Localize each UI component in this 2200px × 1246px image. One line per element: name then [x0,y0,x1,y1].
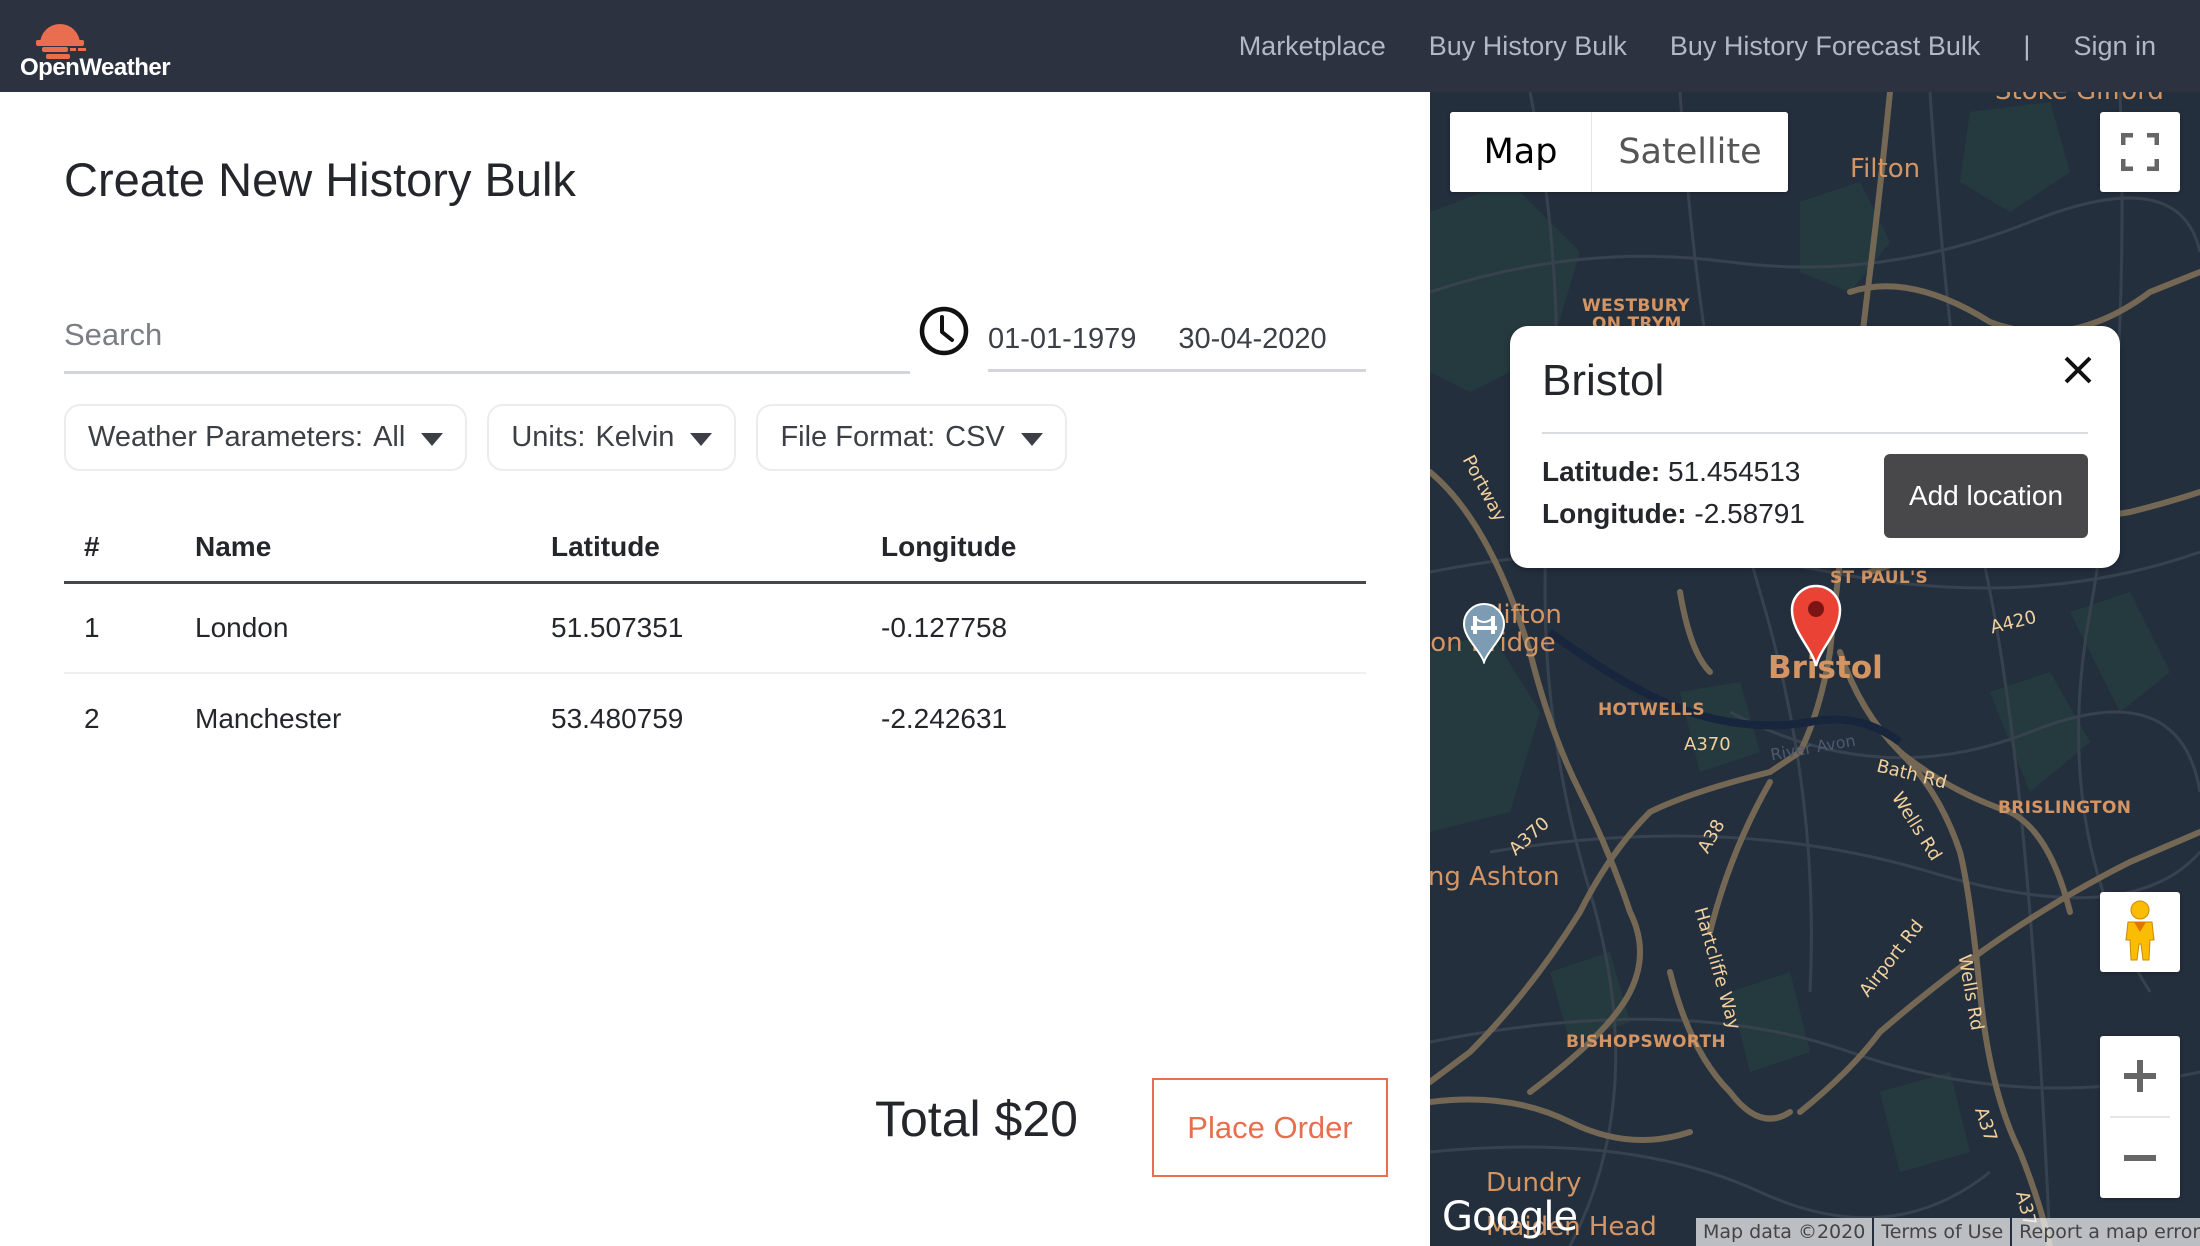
dropdown-value: Kelvin [595,421,675,453]
fullscreen-button[interactable] [2100,112,2180,192]
filter-dropdowns: Weather Parameters: All Units: Kelvin Fi… [64,404,1067,471]
table-row[interactable]: 2 Manchester 53.480759 -2.242631 [64,674,1366,764]
nav-link-buy-history-forecast-bulk[interactable]: Buy History Forecast Bulk [1670,31,1981,62]
nav-separator: | [2023,30,2031,61]
openweather-logo[interactable]: OpenWeather [20,10,190,82]
start-date[interactable]: 01-01-1979 [988,323,1136,356]
cell-name: Manchester [195,703,342,734]
map-label-brislington: BRISLINGTON [1998,798,2132,818]
cell-longitude: -0.127758 [881,612,1008,643]
map-type-satellite-button[interactable]: Satellite [1592,112,1788,192]
map-label-hotwells: HOTWELLS [1598,700,1705,720]
map-label-stoke-gifford: Stoke Gifford [1995,92,2164,106]
nav-link-marketplace[interactable]: Marketplace [1239,31,1386,62]
latitude-value: 51.454513 [1668,456,1801,487]
cell-number: 2 [84,703,100,734]
caret-down-icon [1020,432,1043,446]
map-label-bishopsworth: BISHOPSWORTH [1566,1032,1726,1052]
zoom-control [2100,1036,2180,1198]
street-view-pegman[interactable] [2100,892,2180,972]
top-nav: OpenWeather Marketplace Buy History Bulk… [0,0,2200,92]
location-marker-icon[interactable] [1788,582,1844,668]
popup-divider [1542,432,2088,434]
zoom-in-button[interactable] [2100,1036,2180,1116]
dropdown-label: Units: [511,421,586,453]
location-info-popup: Bristol Latitude: 51.454513 Longitude: -… [1510,326,2120,568]
dropdown-label: Weather Parameters: [88,421,364,453]
popup-title: Bristol [1542,356,1665,405]
bridge-poi-icon[interactable] [1462,602,1506,664]
cell-longitude: -2.242631 [881,703,1008,734]
dropdown-value: CSV [945,421,1005,453]
close-icon[interactable] [2058,350,2098,390]
end-date[interactable]: 30-04-2020 [1178,323,1326,356]
cell-latitude: 53.480759 [551,703,684,734]
nav-links: Marketplace Buy History Bulk Buy History… [1239,0,2156,92]
popup-latitude: Latitude: 51.454513 [1542,456,1800,488]
logo-text: OpenWeather [20,54,171,81]
map-label-westbury: WESTBURY [1582,296,1690,316]
search-field [64,304,910,374]
latitude-label: Latitude: [1542,456,1661,487]
report-map-error-link[interactable]: Report a map error [2010,1218,2200,1246]
terms-of-use-link[interactable]: Terms of Use [1872,1218,2010,1246]
google-logo[interactable]: Google [1442,1194,1578,1240]
pegman-icon [2125,900,2155,961]
map-label-long-ashton: Long Ashton [1430,862,1560,892]
map-type-control: Map Satellite [1450,112,1788,192]
table-row[interactable]: 1 London 51.507351 -0.127758 [64,584,1366,674]
cell-latitude: 51.507351 [551,612,684,643]
units-dropdown[interactable]: Units: Kelvin [487,404,737,471]
dropdown-label: File Format: [780,421,936,453]
minus-icon [2124,1155,2156,1161]
map-label-filton: Filton [1850,154,1921,184]
longitude-value: -2.58791 [1694,498,1805,529]
map-label-st-pauls: ST PAUL'S [1830,568,1929,588]
fullscreen-icon [2121,133,2159,171]
header-name: Name [195,530,272,562]
map-attribution: Map data ©2020 Terms of Use Report a map… [1696,1218,2200,1246]
map-view[interactable]: Stoke Gifford Filton WESTBURY ON TRYM Po… [1430,92,2200,1246]
map-type-map-button[interactable]: Map [1450,112,1592,192]
caret-down-icon [421,432,444,446]
weather-parameters-dropdown[interactable]: Weather Parameters: All [64,404,468,471]
header-number: # [84,530,100,562]
longitude-label: Longitude: [1542,498,1687,529]
locations-table: # Name Latitude Longitude 1 London 51.50… [64,512,1366,764]
cell-number: 1 [84,612,100,643]
header-latitude: Latitude [551,530,660,562]
search-input[interactable] [64,304,910,366]
dropdown-value: All [373,421,406,453]
date-range-picker[interactable]: 01-01-1979 30-04-2020 [988,310,1366,372]
add-location-button[interactable]: Add location [1884,454,2088,538]
table-header: # Name Latitude Longitude [64,512,1366,584]
place-order-button[interactable]: Place Order [1152,1078,1388,1177]
plus-icon [2124,1060,2156,1092]
cell-name: London [195,612,289,643]
map-label-a370: A370 [1684,734,1731,755]
page-title: Create New History Bulk [64,153,576,206]
header-longitude: Longitude [881,530,1017,562]
zoom-out-button[interactable] [2100,1118,2180,1198]
file-format-dropdown[interactable]: File Format: CSV [756,404,1067,471]
map-data-attribution[interactable]: Map data ©2020 [1696,1218,1872,1246]
caret-down-icon [690,432,713,446]
order-total: Total $20 [875,1091,1078,1147]
popup-longitude: Longitude: -2.58791 [1542,498,1805,530]
sign-in-link[interactable]: Sign in [2073,31,2156,62]
nav-link-buy-history-bulk[interactable]: Buy History Bulk [1429,31,1627,62]
clock-icon[interactable] [918,305,970,357]
